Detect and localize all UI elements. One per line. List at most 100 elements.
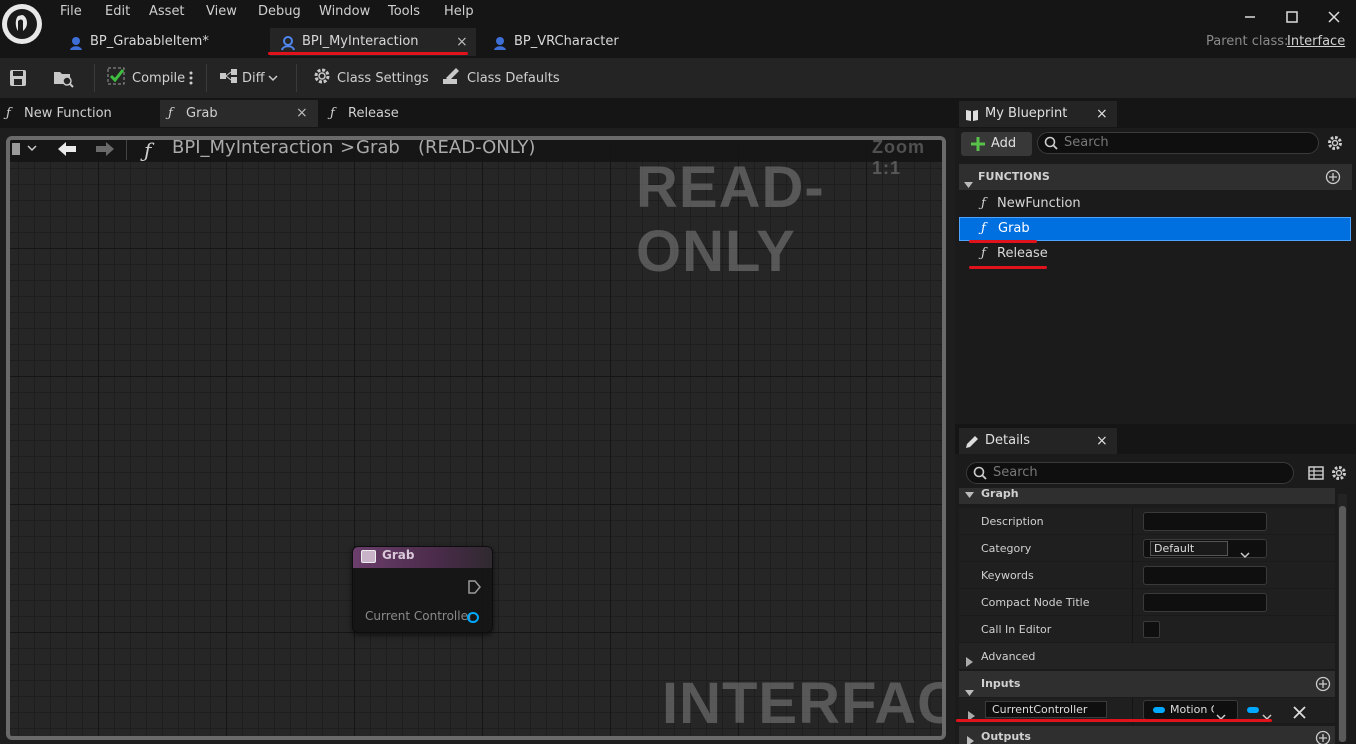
- description-row: Description: [959, 508, 1335, 535]
- gear-icon: [312, 66, 332, 90]
- panel-title: Details: [985, 433, 1031, 448]
- remove-parameter-icon[interactable]: [1293, 704, 1306, 723]
- chevron-down-icon: [1262, 706, 1272, 725]
- bookmark-icon[interactable]: [10, 141, 40, 161]
- inputs-section-header[interactable]: Inputs: [959, 671, 1335, 697]
- menu-view[interactable]: View: [206, 3, 237, 21]
- doc-tab-label: BPI_MyInteraction: [302, 34, 419, 49]
- annotation-underline: [268, 52, 468, 55]
- expand-arrow-icon[interactable]: [968, 706, 975, 725]
- grab-event-node[interactable]: Grab Current Controller: [352, 546, 493, 633]
- expand-arrow-icon: [965, 490, 974, 502]
- close-tab-icon[interactable]: ×: [296, 100, 308, 127]
- add-button[interactable]: Add: [961, 132, 1032, 156]
- breadcrumb-root[interactable]: BPI_MyInteraction: [172, 140, 333, 158]
- function-tab-new-function[interactable]: ƒ New Function: [0, 100, 150, 127]
- function-item-label: Grab: [998, 221, 1030, 236]
- menu-edit[interactable]: Edit: [105, 3, 130, 21]
- search-placeholder: Search: [993, 465, 1038, 480]
- function-item-label: NewFunction: [997, 196, 1081, 211]
- diff-icon: [219, 67, 239, 89]
- parent-class-link[interactable]: Interface: [1287, 34, 1345, 49]
- parameter-type-label: Motion C: [1170, 703, 1214, 716]
- description-input[interactable]: [1143, 512, 1267, 531]
- container-type-dropdown[interactable]: [1244, 700, 1280, 721]
- function-item-grab[interactable]: ƒ Grab: [959, 217, 1351, 241]
- compile-label: Compile: [132, 70, 186, 86]
- read-only-label: (READ-ONLY): [418, 137, 536, 158]
- doc-tab-bp-grabableitem[interactable]: BP_GrabableItem*: [58, 28, 266, 56]
- menu-tools[interactable]: Tools: [388, 3, 420, 21]
- details-scrollbar[interactable]: [1338, 494, 1347, 742]
- function-icon: ƒ: [981, 221, 986, 236]
- my-blueprint-search-input[interactable]: Search: [1037, 132, 1319, 154]
- function-icon: ƒ: [6, 106, 11, 121]
- menu-debug[interactable]: Debug: [258, 3, 301, 21]
- close-panel-icon[interactable]: ×: [1096, 101, 1108, 127]
- my-blueprint-tab[interactable]: My Blueprint ×: [959, 101, 1117, 127]
- save-icon[interactable]: [8, 58, 28, 98]
- description-label: Description: [981, 515, 1044, 528]
- minimize-icon[interactable]: [1237, 6, 1263, 28]
- compile-button[interactable]: Compile: [106, 58, 185, 98]
- details-search-input[interactable]: Search: [966, 462, 1294, 484]
- toolbar: Compile Diff Class Settings Class Defaul…: [0, 58, 1356, 98]
- menu-window[interactable]: Window: [319, 3, 370, 21]
- chevron-down-icon: [268, 71, 278, 86]
- menu-file[interactable]: File: [60, 3, 82, 21]
- forward-arrow-icon[interactable]: [94, 140, 116, 162]
- node-header: Grab: [353, 547, 492, 568]
- title-bar: File Edit Asset View Debug Window Tools …: [0, 0, 1356, 58]
- function-tab-grab[interactable]: ƒ Grab ×: [160, 100, 318, 127]
- details-tab[interactable]: Details ×: [959, 428, 1117, 454]
- exec-pin-icon[interactable]: [467, 579, 481, 598]
- category-label: Category: [981, 542, 1032, 555]
- function-tab-release[interactable]: ƒ Release: [322, 100, 472, 127]
- function-item-newfunction[interactable]: ƒ NewFunction: [959, 192, 1352, 216]
- class-settings-button[interactable]: Class Settings: [312, 58, 429, 98]
- class-settings-label: Class Settings: [337, 70, 429, 86]
- menu-asset[interactable]: Asset: [149, 3, 185, 21]
- outputs-section-header[interactable]: Outputs: [959, 726, 1335, 744]
- menu-help[interactable]: Help: [444, 3, 474, 21]
- settings-gear-icon[interactable]: [1326, 134, 1344, 156]
- function-icon: ƒ: [981, 246, 986, 261]
- scrollbar-thumb[interactable]: [1339, 506, 1346, 742]
- column-divider: [1132, 616, 1133, 643]
- parameter-name-input[interactable]: CurrentController: [985, 701, 1107, 718]
- unreal-logo-icon[interactable]: [2, 4, 42, 44]
- maximize-icon[interactable]: [1279, 6, 1305, 28]
- pencil-icon: [442, 66, 462, 90]
- back-arrow-icon[interactable]: [56, 140, 78, 162]
- graph-editor[interactable]: ƒ BPI_MyInteraction > Grab (READ-ONLY) Z…: [6, 136, 946, 740]
- details-tabbar: Details ×: [955, 424, 1356, 454]
- expand-arrow-icon: [966, 652, 973, 671]
- parameter-type-dropdown[interactable]: Motion C: [1143, 700, 1238, 721]
- function-item-release[interactable]: ƒ Release: [959, 242, 1352, 266]
- settings-gear-icon[interactable]: [1330, 464, 1348, 486]
- graph-section-header[interactable]: Graph: [959, 488, 1335, 504]
- doc-tab-bp-vrcharacter[interactable]: BP_VRCharacter: [482, 28, 652, 56]
- header-divider: [126, 140, 127, 160]
- close-panel-icon[interactable]: ×: [1096, 428, 1108, 454]
- compact-node-title-input[interactable]: [1143, 593, 1267, 612]
- diff-button[interactable]: Diff: [219, 58, 278, 98]
- add-output-icon[interactable]: [1315, 730, 1331, 744]
- diff-label: Diff: [242, 70, 265, 86]
- section-title: FUNCTIONS: [978, 170, 1050, 183]
- my-blueprint-tabbar: My Blueprint ×: [955, 100, 1356, 128]
- category-combobox[interactable]: Default: [1143, 539, 1267, 559]
- browse-icon[interactable]: [52, 58, 74, 98]
- table-view-icon[interactable]: [1308, 465, 1324, 485]
- functions-section-header[interactable]: FUNCTIONS: [959, 164, 1352, 190]
- function-icon: ƒ: [981, 196, 986, 211]
- class-defaults-button[interactable]: Class Defaults: [442, 58, 560, 98]
- call-in-editor-checkbox[interactable]: [1143, 621, 1160, 638]
- object-pin-icon[interactable]: [467, 612, 479, 623]
- panel-title: My Blueprint: [985, 106, 1068, 121]
- close-window-icon[interactable]: [1321, 6, 1347, 28]
- keywords-input[interactable]: [1143, 566, 1267, 585]
- advanced-row[interactable]: Advanced: [959, 643, 1335, 670]
- compile-options-icon[interactable]: [188, 58, 194, 98]
- annotation-underline: [969, 266, 1047, 269]
